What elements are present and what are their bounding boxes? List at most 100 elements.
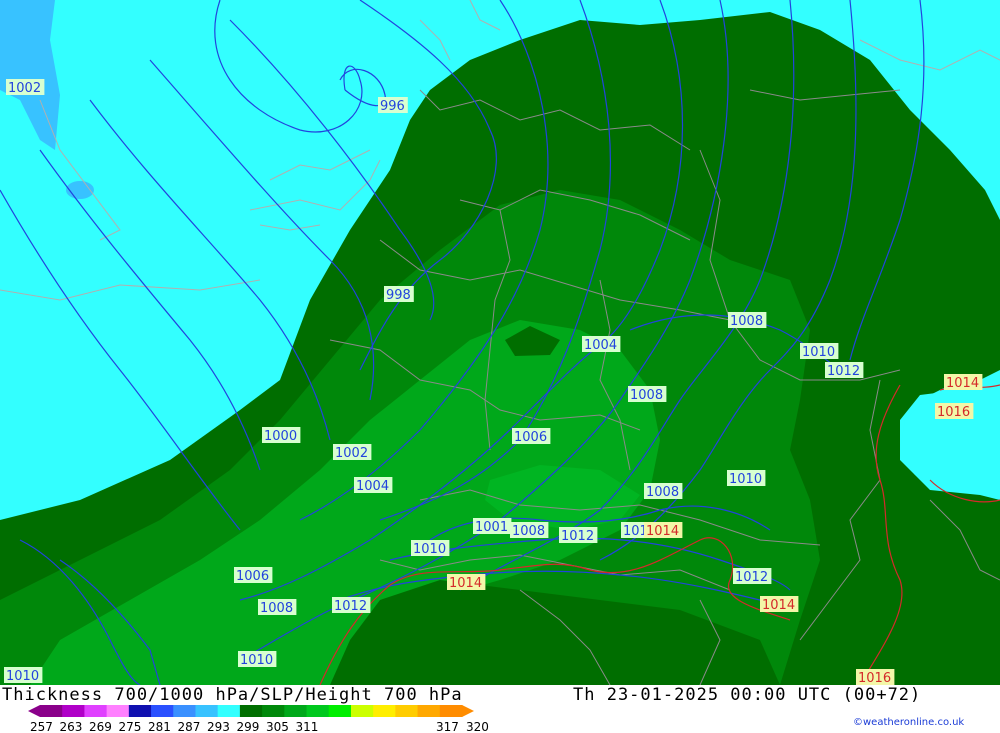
isobar-label: 1008 bbox=[258, 599, 297, 616]
legend-tick-label: 257 bbox=[30, 720, 53, 733]
isobar-label-text: 1010 bbox=[240, 653, 273, 668]
isobar-label: 1012 bbox=[733, 568, 772, 585]
legend-tick-label: 317 bbox=[436, 720, 459, 733]
isobar-label-text: 1010 bbox=[6, 669, 39, 684]
credit-text: ©weatheronline.co.uk bbox=[853, 717, 965, 728]
legend-tick-label: 320 bbox=[466, 720, 489, 733]
legend-swatch bbox=[262, 705, 285, 717]
isobar-label: 1008 bbox=[728, 312, 767, 329]
isobar-label-text: 1010 bbox=[413, 542, 446, 557]
legend-swatch bbox=[84, 705, 108, 717]
isobar-label: 1010 bbox=[727, 470, 766, 487]
isobar-label: 1006 bbox=[234, 567, 273, 584]
isobar-label: 1008 bbox=[628, 386, 667, 403]
isobar-label-text: 1014 bbox=[946, 376, 979, 391]
isobar-label-text: 1012 bbox=[561, 529, 594, 544]
isobar-label-text: 1012 bbox=[735, 570, 768, 585]
isobar-label-text: 1002 bbox=[335, 446, 368, 461]
isobar-label-text: 1002 bbox=[8, 81, 41, 96]
legend-tick-label: 311 bbox=[296, 720, 319, 733]
legend-swatch bbox=[284, 705, 308, 717]
isobar-label-text: 1008 bbox=[730, 314, 763, 329]
isobar-label: 1016 bbox=[856, 669, 895, 685]
legend-swatch bbox=[395, 705, 419, 717]
map-title: Thickness 700/1000 hPa/SLP/Height 700 hP… bbox=[2, 685, 463, 705]
legend-tick-label: 281 bbox=[148, 720, 171, 733]
legend-swatch bbox=[173, 705, 196, 717]
isobar-label: 1008 bbox=[510, 522, 549, 539]
isobar-label: 1014 bbox=[944, 374, 983, 391]
legend-max-arrow bbox=[462, 705, 474, 717]
isobar-label: 1001 bbox=[473, 518, 512, 535]
color-scale-legend: 257 263 269 275 281 287 293 299 305 311 317 320 bbox=[28, 705, 489, 733]
isobar-label-text: 1006 bbox=[514, 430, 547, 445]
isobar-label-text: 1010 bbox=[729, 472, 762, 487]
isobar-label: 1012 bbox=[332, 597, 371, 614]
isobar-label-text: 998 bbox=[386, 288, 411, 303]
isobar-label-text: 1001 bbox=[475, 520, 508, 535]
isobar-label: 1004 bbox=[582, 336, 621, 353]
isobar-label: 1002 bbox=[6, 79, 45, 96]
isobar-label: 996 bbox=[378, 97, 408, 114]
isobar-label-text: 1004 bbox=[356, 479, 389, 494]
isobar-label: 1012 bbox=[825, 362, 864, 379]
isobar-label-text: 1006 bbox=[236, 569, 269, 584]
legend-swatch bbox=[306, 705, 330, 717]
legend-swatch bbox=[439, 705, 463, 717]
isobar-label: 998 bbox=[384, 286, 414, 303]
legend-swatch bbox=[106, 705, 130, 717]
legend-tick-label: 293 bbox=[207, 720, 230, 733]
valid-time: Th 23-01-2025 00:00 UTC (00+72) bbox=[573, 685, 922, 705]
isobar-label: 1010 bbox=[800, 343, 839, 360]
legend-min-arrow bbox=[28, 705, 40, 717]
isobar-label-text: 1010 bbox=[802, 345, 835, 360]
legend-swatch bbox=[239, 705, 263, 717]
weather-map: 1002 996 998 1000 1002 1004 1004 1006 1008 1008 10… bbox=[0, 0, 1000, 685]
legend-swatch bbox=[151, 705, 174, 717]
legend-tick-label: 287 bbox=[178, 720, 201, 733]
isobar-label-text: 1008 bbox=[512, 524, 545, 539]
isobar-label: 1000 bbox=[262, 427, 301, 444]
isobar-label-text: 1014 bbox=[449, 576, 482, 591]
isobar-label-text: 1008 bbox=[646, 485, 679, 500]
legend-tick-label: 299 bbox=[237, 720, 260, 733]
isobar-label-text: 1008 bbox=[260, 601, 293, 616]
legend-tick-label: 263 bbox=[60, 720, 83, 733]
map-footer: Thickness 700/1000 hPa/SLP/Height 700 hP… bbox=[0, 685, 1000, 733]
isobar-label-text: 996 bbox=[380, 99, 405, 114]
isobar-label: 1016 bbox=[935, 403, 974, 420]
legend-swatch bbox=[350, 705, 374, 717]
legend-swatch bbox=[373, 705, 396, 717]
isobar-label: 1004 bbox=[354, 477, 393, 494]
legend-swatch bbox=[128, 705, 152, 717]
legend-swatch bbox=[195, 705, 219, 717]
legend-tick-label: 269 bbox=[89, 720, 112, 733]
isobar-label: 1006 bbox=[512, 428, 551, 445]
isobar-label: 1014 bbox=[760, 596, 799, 613]
isobar-label-text: 1008 bbox=[630, 388, 663, 403]
isobar-label-text: 1016 bbox=[858, 671, 891, 685]
isobar-label: 1008 bbox=[644, 483, 683, 500]
legend-tick-label: 275 bbox=[119, 720, 142, 733]
legend-tick-label: 305 bbox=[266, 720, 289, 733]
isobar-label-text: 1004 bbox=[584, 338, 617, 353]
isobar-label-text: 1014 bbox=[646, 524, 679, 539]
isobar-label: 1010 bbox=[4, 667, 43, 684]
isobar-label: 1010 bbox=[238, 651, 277, 668]
isobar-label-text: 1012 bbox=[827, 364, 860, 379]
isobar-label-text: 1016 bbox=[937, 405, 970, 420]
isobar-label-text: 1000 bbox=[264, 429, 297, 444]
legend-swatch bbox=[328, 705, 352, 717]
legend-ticks: 257 263 269 275 281 287 293 299 305 311 317 320 bbox=[30, 720, 489, 733]
isobar-label-text: 1014 bbox=[762, 598, 795, 613]
isobar-label: 1010 bbox=[411, 540, 450, 557]
legend-swatch bbox=[62, 705, 85, 717]
isobar-label: 1014 bbox=[447, 574, 486, 591]
legend-swatches bbox=[28, 705, 474, 717]
legend-swatch bbox=[40, 705, 63, 717]
isobar-label: 1014 bbox=[644, 522, 683, 539]
legend-swatch bbox=[217, 705, 241, 717]
isobar-label: 1012 bbox=[559, 527, 598, 544]
isobar-label-text: 1012 bbox=[334, 599, 367, 614]
legend-swatch bbox=[417, 705, 441, 717]
